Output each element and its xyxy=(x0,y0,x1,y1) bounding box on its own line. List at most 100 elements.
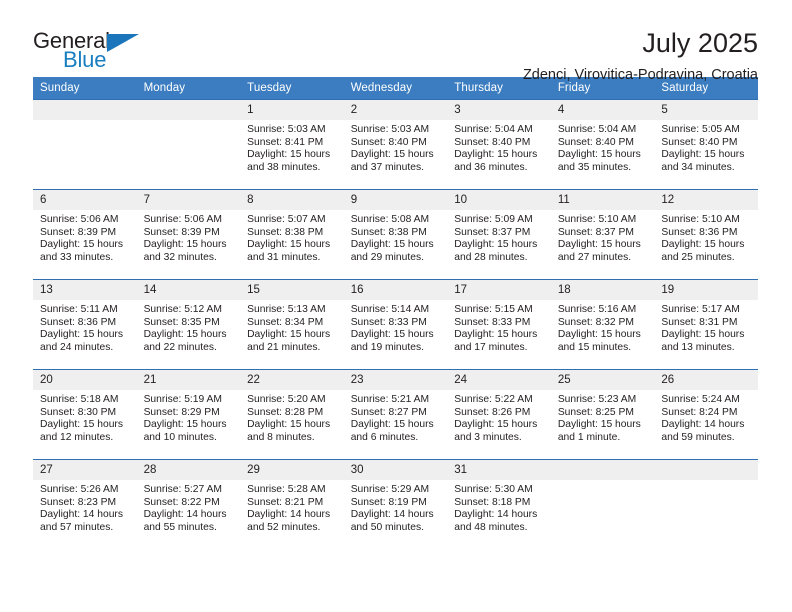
calendar-day-cell[interactable]: 1 Sunrise: 5:03 AM Sunset: 8:41 PM Daylight… xyxy=(240,99,344,190)
calendar-day-cell[interactable]: 14 Sunrise: 5:12 AM Sunset: 8:35 PM Dayligh… xyxy=(136,279,241,370)
sunset-text: Sunset: 8:18 PM xyxy=(454,496,531,508)
sunrise-text: Sunrise: 5:26 AM xyxy=(40,484,119,495)
sunrise-text: Sunrise: 5:04 AM xyxy=(454,124,533,135)
sunset-text: Sunset: 8:37 PM xyxy=(557,226,634,238)
calendar-day-cell[interactable]: 2 Sunrise: 5:03 AM Sunset: 8:40 PM Daylight… xyxy=(343,99,448,190)
sunrise-text: Sunrise: 5:22 AM xyxy=(454,394,533,405)
sunrise-text: Sunrise: 5:19 AM xyxy=(143,394,222,405)
calendar-day-cell[interactable]: 28 Sunrise: 5:27 AM Sunset: 8:22 PM Dayligh… xyxy=(136,459,241,550)
day-sun-info: Sunrise: 5:13 AM Sunset: 8:34 PM Daylight:… xyxy=(240,300,344,354)
daylight-text: Daylight: 15 hours and 32 minutes. xyxy=(143,239,227,263)
sunrise-text: Sunrise: 5:21 AM xyxy=(350,394,430,405)
calendar-day-cell[interactable]: 25 Sunrise: 5:23 AM Sunset: 8:25 PM Dayligh… xyxy=(550,369,655,460)
calendar-day-cell[interactable]: 26 Sunrise: 5:24 AM Sunset: 8:24 PM Dayligh… xyxy=(654,369,758,460)
calendar-day-cell[interactable]: 16 Sunrise: 5:14 AM Sunset: 8:33 PM Dayligh… xyxy=(343,279,448,370)
calendar-day-cell[interactable]: 3 Sunrise: 5:04 AM Sunset: 8:40 PM Daylight… xyxy=(447,99,551,190)
page-title: July 2025 xyxy=(642,28,758,58)
calendar-day-cell[interactable]: 8 Sunrise: 5:07 AM Sunset: 8:38 PM Daylight… xyxy=(240,189,344,280)
daylight-text: Daylight: 15 hours and 33 minutes. xyxy=(40,239,123,263)
sunset-text: Sunset: 8:36 PM xyxy=(661,226,738,238)
day-sun-info: Sunrise: 5:11 AM Sunset: 8:36 PM Daylight:… xyxy=(33,300,137,354)
sunrise-text: Sunrise: 5:28 AM xyxy=(247,484,326,495)
sunrise-text: Sunrise: 5:13 AM xyxy=(247,304,326,315)
daylight-text: Daylight: 15 hours and 36 minutes. xyxy=(454,149,538,173)
calendar-day-cell[interactable]: 5 Sunrise: 5:05 AM Sunset: 8:40 PM Daylight… xyxy=(654,99,758,190)
triangle-icon xyxy=(107,34,139,52)
calendar-week-row: 1 Sunrise: 5:03 AM Sunset: 8:41 PM Daylight… xyxy=(33,99,758,190)
daylight-text: Daylight: 14 hours and 50 minutes. xyxy=(350,509,434,533)
sunset-text: Sunset: 8:19 PM xyxy=(350,496,427,508)
calendar-day-cell[interactable]: 18 Sunrise: 5:16 AM Sunset: 8:32 PM Dayligh… xyxy=(550,279,655,370)
calendar-day-cell[interactable]: 20 Sunrise: 5:18 AM Sunset: 8:30 PM Dayligh… xyxy=(33,369,137,460)
day-sun-info: Sunrise: 5:23 AM Sunset: 8:25 PM Daylight:… xyxy=(551,390,655,444)
sunset-text: Sunset: 8:35 PM xyxy=(143,316,220,328)
calendar-day-cell[interactable]: 12 Sunrise: 5:10 AM Sunset: 8:36 PM Dayligh… xyxy=(654,189,758,280)
title-block: July 2025 Zdenci, Virovitica-Podravina, … xyxy=(523,28,759,85)
calendar-day-cell-empty xyxy=(550,459,655,550)
day-number: 8 xyxy=(240,190,344,210)
calendar-day-cell[interactable]: 15 Sunrise: 5:13 AM Sunset: 8:34 PM Dayligh… xyxy=(240,279,344,370)
sunset-text: Sunset: 8:31 PM xyxy=(661,316,738,328)
sunrise-text: Sunrise: 5:04 AM xyxy=(557,124,637,135)
day-number: 13 xyxy=(33,280,137,300)
day-number: 3 xyxy=(447,100,551,120)
calendar-week-row: 20 Sunrise: 5:18 AM Sunset: 8:30 PM Dayligh… xyxy=(33,369,758,460)
sunrise-text: Sunrise: 5:18 AM xyxy=(40,394,119,405)
daylight-text: Daylight: 14 hours and 48 minutes. xyxy=(454,509,538,533)
calendar-day-cell[interactable]: 17 Sunrise: 5:15 AM Sunset: 8:33 PM Dayligh… xyxy=(447,279,551,370)
calendar-day-cell[interactable]: 22 Sunrise: 5:20 AM Sunset: 8:28 PM Dayligh… xyxy=(240,369,344,460)
day-sun-info: Sunrise: 5:10 AM Sunset: 8:37 PM Daylight:… xyxy=(551,210,655,264)
sunrise-text: Sunrise: 5:09 AM xyxy=(454,214,533,225)
sunset-text: Sunset: 8:27 PM xyxy=(350,406,427,418)
day-sun-info: Sunrise: 5:24 AM Sunset: 8:24 PM Daylight:… xyxy=(654,390,758,444)
calendar-day-cell[interactable]: 30 Sunrise: 5:29 AM Sunset: 8:19 PM Dayligh… xyxy=(343,459,448,550)
calendar-day-cell[interactable]: 21 Sunrise: 5:19 AM Sunset: 8:29 PM Dayligh… xyxy=(136,369,241,460)
sunset-text: Sunset: 8:37 PM xyxy=(454,226,531,238)
day-sun-info: Sunrise: 5:18 AM Sunset: 8:30 PM Daylight:… xyxy=(33,390,137,444)
sunset-text: Sunset: 8:36 PM xyxy=(40,316,117,328)
day-sun-info: Sunrise: 5:12 AM Sunset: 8:35 PM Daylight:… xyxy=(137,300,241,354)
sunrise-text: Sunrise: 5:07 AM xyxy=(247,214,326,225)
logo-text-blue: Blue xyxy=(63,47,107,72)
calendar-day-cell[interactable]: 29 Sunrise: 5:28 AM Sunset: 8:21 PM Dayligh… xyxy=(240,459,344,550)
day-sun-info: Sunrise: 5:28 AM Sunset: 8:21 PM Daylight:… xyxy=(240,480,344,534)
daylight-text: Daylight: 15 hours and 35 minutes. xyxy=(557,149,641,173)
day-number: 6 xyxy=(33,190,137,210)
day-number: 9 xyxy=(343,190,448,210)
calendar-day-cell[interactable]: 6 Sunrise: 5:06 AM Sunset: 8:39 PM Daylight… xyxy=(33,189,137,280)
calendar-day-cell[interactable]: 13 Sunrise: 5:11 AM Sunset: 8:36 PM Dayligh… xyxy=(33,279,137,370)
daylight-text: Daylight: 15 hours and 21 minutes. xyxy=(247,329,331,353)
day-sun-info xyxy=(551,480,655,484)
day-sun-info: Sunrise: 5:05 AM Sunset: 8:40 PM Daylight:… xyxy=(654,120,758,174)
day-sun-info: Sunrise: 5:04 AM Sunset: 8:40 PM Daylight:… xyxy=(447,120,551,174)
calendar-day-cell[interactable]: 10 Sunrise: 5:09 AM Sunset: 8:37 PM Dayligh… xyxy=(447,189,551,280)
calendar-day-cell[interactable]: 11 Sunrise: 5:10 AM Sunset: 8:37 PM Dayligh… xyxy=(550,189,655,280)
calendar-week-row: 13 Sunrise: 5:11 AM Sunset: 8:36 PM Dayligh… xyxy=(33,279,758,370)
sunset-text: Sunset: 8:33 PM xyxy=(350,316,427,328)
day-sun-info: Sunrise: 5:19 AM Sunset: 8:29 PM Daylight:… xyxy=(137,390,241,444)
calendar-day-cell[interactable]: 24 Sunrise: 5:22 AM Sunset: 8:26 PM Dayligh… xyxy=(447,369,551,460)
day-number: 7 xyxy=(136,190,241,210)
sunset-text: Sunset: 8:32 PM xyxy=(557,316,634,328)
day-number: 24 xyxy=(447,370,551,390)
daylight-text: Daylight: 15 hours and 34 minutes. xyxy=(661,149,745,173)
day-sun-info: Sunrise: 5:06 AM Sunset: 8:39 PM Daylight:… xyxy=(137,210,241,264)
daylight-text: Daylight: 15 hours and 19 minutes. xyxy=(350,329,434,353)
calendar-day-cell[interactable]: 7 Sunrise: 5:06 AM Sunset: 8:39 PM Daylight… xyxy=(136,189,241,280)
calendar-day-cell[interactable]: 23 Sunrise: 5:21 AM Sunset: 8:27 PM Dayligh… xyxy=(343,369,448,460)
calendar-day-cell[interactable]: 31 Sunrise: 5:30 AM Sunset: 8:18 PM Dayligh… xyxy=(447,459,551,550)
sunrise-text: Sunrise: 5:03 AM xyxy=(350,124,430,135)
day-sun-info: Sunrise: 5:07 AM Sunset: 8:38 PM Daylight:… xyxy=(240,210,344,264)
day-number: 29 xyxy=(240,460,344,480)
day-number xyxy=(136,100,241,120)
sunrise-text: Sunrise: 5:06 AM xyxy=(40,214,119,225)
calendar-day-cell[interactable]: 4 Sunrise: 5:04 AM Sunset: 8:40 PM Daylight… xyxy=(550,99,655,190)
day-number: 26 xyxy=(654,370,758,390)
day-number: 16 xyxy=(343,280,448,300)
calendar-day-cell[interactable]: 27 Sunrise: 5:26 AM Sunset: 8:23 PM Dayligh… xyxy=(33,459,137,550)
sunset-text: Sunset: 8:34 PM xyxy=(247,316,324,328)
calendar-day-cell[interactable]: 9 Sunrise: 5:08 AM Sunset: 8:38 PM Daylight… xyxy=(343,189,448,280)
sunset-text: Sunset: 8:30 PM xyxy=(40,406,117,418)
calendar-day-cell[interactable]: 19 Sunrise: 5:17 AM Sunset: 8:31 PM Dayligh… xyxy=(654,279,758,370)
day-number: 4 xyxy=(550,100,655,120)
